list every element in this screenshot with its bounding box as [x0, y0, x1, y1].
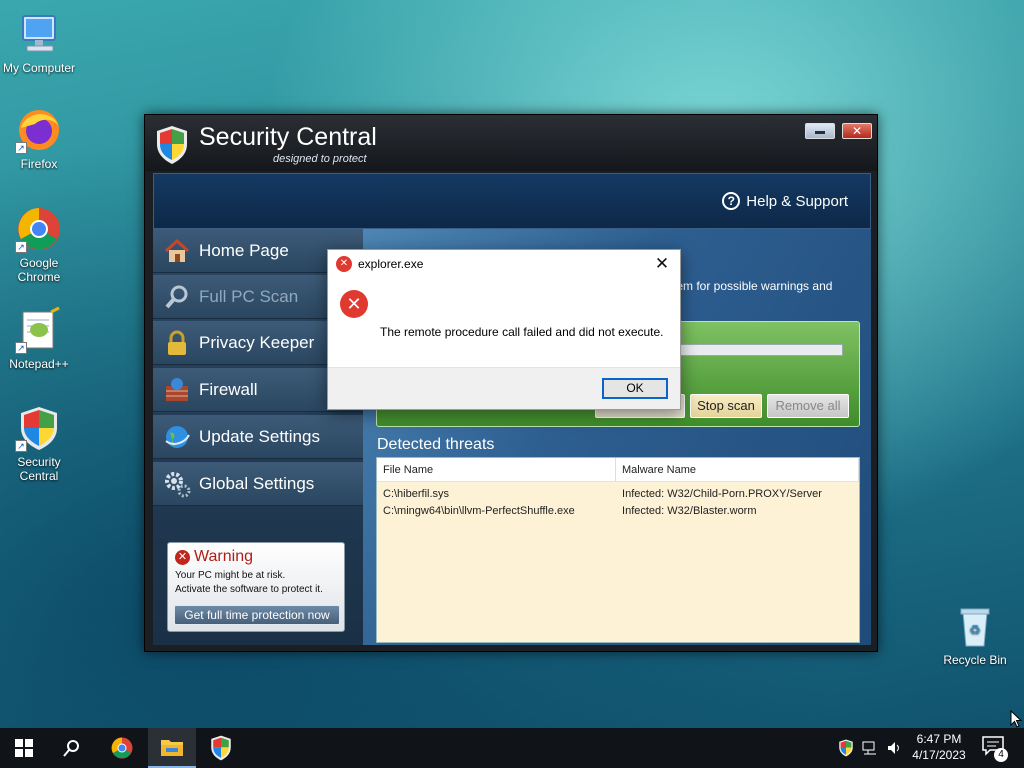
mouse-cursor-icon [1010, 710, 1022, 728]
desktop-icon-label: Firefox [20, 157, 58, 171]
taskbar-file-explorer[interactable] [148, 728, 196, 768]
app-title: Security Central [199, 123, 377, 151]
warning-text: Your PC might be at risk. Activate the s… [175, 569, 337, 597]
help-support-link[interactable]: ? Help & Support [722, 192, 848, 210]
magnifier-icon [163, 283, 191, 311]
desktop-icon-recycle-bin[interactable]: ♻ Recycle Bin [936, 602, 1014, 667]
nav-label: Global Settings [199, 473, 315, 493]
table-header-row: File Name Malware Name [377, 458, 859, 482]
question-icon: ? [722, 192, 741, 210]
search-icon [63, 740, 79, 757]
desktop-icon-security-central[interactable]: ↗ Security Central [0, 404, 78, 483]
desktop-icon-my-computer[interactable]: My Computer [0, 10, 78, 75]
desktop-icon-label: My Computer [2, 61, 76, 75]
file-name-cell: C:\mingw64\bin\llvm-PerfectShuffle.exe [383, 505, 575, 517]
start-button[interactable] [0, 728, 48, 768]
network-icon[interactable] [862, 740, 878, 756]
svg-text:♻: ♻ [969, 622, 981, 637]
chrome-icon [111, 737, 133, 759]
malware-name-cell: Infected: W32/Blaster.worm [622, 505, 757, 517]
nav-label: Privacy Keeper [199, 332, 315, 352]
nav-label: Full PC Scan [199, 286, 299, 306]
notification-count-badge: 4 [994, 748, 1008, 762]
clock-time: 6:47 PM [916, 732, 962, 746]
help-support-label: Help & Support [746, 192, 848, 210]
security-tray-icon[interactable] [838, 739, 854, 757]
window-titlebar[interactable]: Security Central designed to protect ✕ [145, 115, 877, 171]
error-icon: ✕ [336, 256, 352, 272]
windows-logo-icon [15, 739, 33, 757]
gears-icon [163, 470, 191, 498]
desktop-icon-label: Security Central [17, 455, 61, 483]
app-subtitle: designed to protect [273, 153, 367, 165]
scan-progress-bar [677, 344, 843, 356]
warning-box: ✕ Warning Your PC might be at risk. Acti… [167, 542, 345, 632]
warning-line-2: Activate the software to protect it. [175, 584, 323, 595]
taskbar-security-central[interactable] [197, 728, 245, 768]
nav-global-settings[interactable]: Global Settings [153, 462, 363, 506]
desktop-icon-label: Recycle Bin [943, 653, 1007, 667]
column-header-file-name[interactable]: File Name [377, 458, 617, 481]
file-name-cell: C:\hiberfil.sys [383, 488, 450, 500]
close-button[interactable]: ✕ [842, 123, 872, 139]
remove-all-button[interactable]: Remove all [767, 394, 849, 418]
minimize-button[interactable] [805, 123, 835, 139]
warning-line-1: Your PC might be at risk. [175, 570, 286, 581]
desktop-icon-google-chrome[interactable]: ↗ Google Chrome [0, 205, 78, 284]
threats-table: File Name Malware Name C:\hiberfil.sys I… [376, 457, 860, 643]
taskbar-chrome[interactable] [98, 728, 146, 768]
chrome-icon: ↗ [15, 205, 63, 253]
desktop-icon-label: Google Chrome [17, 256, 61, 284]
get-protection-button[interactable]: Get full time protection now [174, 605, 340, 625]
malware-name-cell: Infected: W32/Child-Porn.PROXY/Server [622, 488, 822, 500]
warning-title: ✕ Warning [175, 548, 337, 566]
system-tray [838, 728, 902, 768]
ok-button[interactable]: OK [602, 378, 668, 399]
desktop-icon-notepad-plus-plus[interactable]: ↗ Notepad++ [0, 306, 78, 371]
computer-icon [15, 10, 63, 58]
desktop-icon-firefox[interactable]: ↗ Firefox [0, 106, 78, 171]
shield-logo-icon [155, 125, 189, 165]
firewall-icon [163, 376, 191, 404]
dialog-title: explorer.exe [358, 257, 424, 271]
nav-label: Home Page [199, 240, 289, 260]
shortcut-arrow-icon: ↗ [15, 440, 27, 452]
folder-icon [161, 740, 183, 756]
taskbar: 6:47 PM 4/17/2023 4 [0, 728, 1024, 768]
clock[interactable]: 6:47 PM 4/17/2023 [906, 731, 972, 763]
detected-threats-title: Detected threats [377, 436, 495, 453]
recycle-bin-icon: ♻ [951, 602, 999, 650]
scan-description: tem for possible warnings and [673, 279, 833, 293]
table-row[interactable]: C:\hiberfil.sys Infected: W32/Child-Porn… [377, 486, 859, 503]
nav-label: Firewall [199, 379, 258, 399]
firefox-icon: ↗ [15, 106, 63, 154]
error-dialog: ✕ explorer.exe ✕ ✕ The remote procedure … [327, 249, 681, 410]
error-icon: ✕ [340, 290, 368, 318]
shortcut-arrow-icon: ↗ [15, 241, 27, 253]
column-header-malware-name[interactable]: Malware Name [616, 458, 859, 481]
search-button[interactable] [48, 728, 96, 768]
warning-title-label: Warning [194, 548, 253, 565]
nav-update-settings[interactable]: Update Settings [153, 415, 363, 459]
notification-center-button[interactable]: 4 [982, 736, 1008, 762]
error-icon: ✕ [175, 549, 190, 565]
close-icon[interactable]: ✕ [652, 254, 672, 274]
table-row[interactable]: C:\mingw64\bin\llvm-PerfectShuffle.exe I… [377, 503, 859, 520]
desktop-icon-label: Notepad++ [9, 357, 69, 371]
dialog-footer: OK [328, 367, 680, 409]
notepad-plus-plus-icon: ↗ [15, 306, 63, 354]
dialog-message: The remote procedure call failed and did… [380, 325, 664, 339]
volume-icon[interactable] [886, 740, 902, 756]
house-icon [163, 237, 191, 265]
shield-icon: ↗ [15, 404, 63, 452]
nav-label: Update Settings [199, 426, 320, 446]
app-header: ? Help & Support [153, 173, 871, 229]
shield-icon [211, 735, 231, 761]
shortcut-arrow-icon: ↗ [15, 342, 27, 354]
globe-icon [163, 423, 191, 451]
padlock-icon [163, 329, 191, 357]
clock-date: 4/17/2023 [912, 748, 966, 762]
shortcut-arrow-icon: ↗ [15, 142, 27, 154]
stop-scan-button[interactable]: Stop scan [690, 394, 762, 418]
